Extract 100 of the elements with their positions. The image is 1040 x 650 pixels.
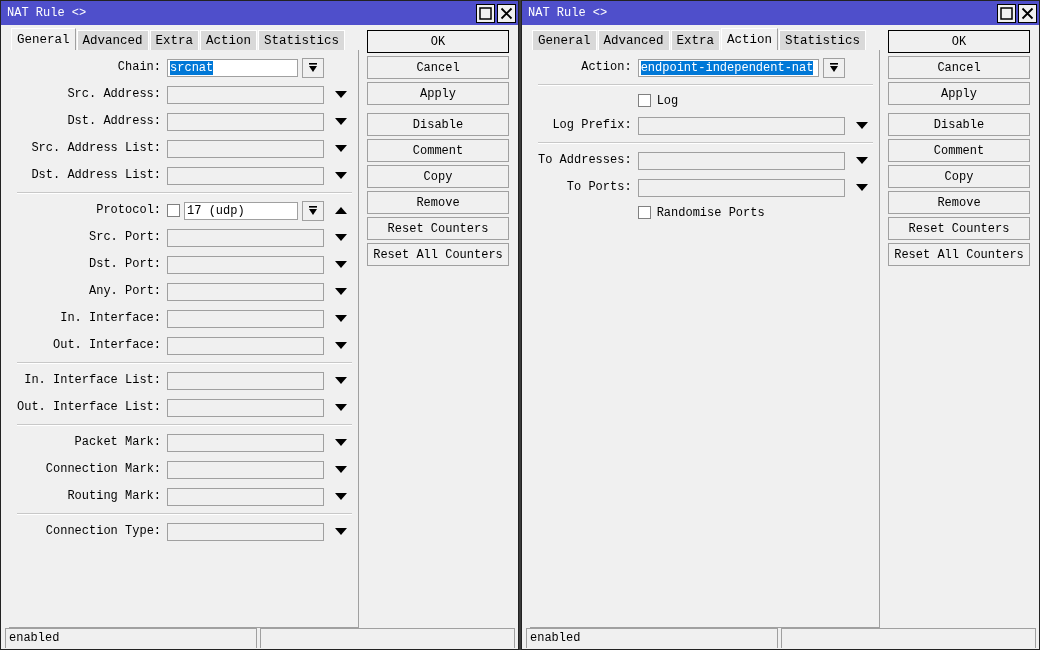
expand-triangle-icon[interactable] [335, 117, 347, 126]
action-button[interactable]: Reset Counters [367, 217, 509, 240]
expand-triangle-icon[interactable] [335, 403, 347, 412]
field-label: Dst. Address: [66, 113, 162, 130]
window-title: NAT Rule <> [528, 6, 609, 20]
field-label: Dst. Port: [88, 256, 162, 273]
action-button[interactable]: OK [888, 30, 1030, 53]
checkbox[interactable] [637, 94, 651, 107]
input-field[interactable] [167, 522, 324, 541]
input-field[interactable] [167, 255, 324, 274]
maximize-button[interactable] [476, 3, 495, 23]
input-field[interactable] [167, 460, 324, 479]
dropdown-arrow-icon [308, 205, 318, 216]
tab[interactable]: Extra [670, 30, 721, 50]
expand-triangle-icon[interactable] [335, 527, 347, 536]
action-button[interactable]: OK [367, 30, 509, 53]
input-field[interactable]: 17 (udp) [184, 201, 298, 220]
expand-triangle-icon[interactable] [335, 144, 347, 153]
dropdown-button[interactable] [302, 57, 324, 78]
input-field[interactable] [637, 151, 845, 170]
input-field[interactable] [167, 228, 324, 247]
expand-triangle-icon[interactable] [335, 465, 347, 474]
action-button[interactable]: Reset All Counters [367, 243, 509, 266]
action-button[interactable]: Cancel [367, 56, 509, 79]
close-button[interactable] [1018, 3, 1037, 23]
dropdown-arrow-icon [308, 62, 318, 73]
expand-triangle-icon[interactable] [335, 287, 347, 296]
input-field[interactable] [167, 487, 324, 506]
tab[interactable]: Statistics [258, 30, 346, 50]
collapse-triangle-icon[interactable] [335, 206, 347, 215]
input-field[interactable]: endpoint-independent-nat [637, 58, 819, 77]
field-label: Connection Mark: [44, 461, 162, 478]
status-text: enabled [526, 628, 778, 648]
input-field[interactable] [167, 139, 324, 158]
checkbox[interactable] [167, 204, 181, 217]
dropdown-arrow-icon [829, 62, 839, 73]
action-button[interactable]: Disable [367, 113, 509, 136]
field-label: Routing Mark: [66, 488, 162, 505]
maximize-button[interactable] [997, 3, 1016, 23]
status-text: enabled [5, 628, 257, 648]
expand-triangle-icon[interactable] [335, 492, 347, 501]
input-field[interactable] [167, 85, 324, 104]
tab[interactable]: Action [721, 28, 779, 50]
window-title: NAT Rule <> [7, 6, 88, 20]
field-label: Action: [580, 59, 632, 76]
tab[interactable]: Extra [149, 30, 200, 50]
tab[interactable]: General [11, 28, 76, 50]
field-label: Out. Interface List: [17, 399, 162, 416]
action-button[interactable]: Remove [367, 191, 509, 214]
input-field[interactable] [637, 178, 845, 197]
field-label: Protocol: [95, 202, 162, 219]
expand-triangle-icon[interactable] [335, 90, 347, 99]
action-button[interactable]: Remove [888, 191, 1030, 214]
tab[interactable]: General [532, 30, 597, 50]
action-button[interactable]: Comment [367, 139, 509, 162]
input-field[interactable] [167, 282, 324, 301]
expand-triangle-icon[interactable] [335, 314, 347, 323]
input-field[interactable] [167, 166, 324, 185]
action-button[interactable]: Apply [367, 82, 509, 105]
field-label: Any. Port: [88, 283, 162, 300]
checkbox-label: Randomise Ports [656, 205, 765, 220]
action-button[interactable]: Copy [888, 165, 1030, 188]
input-field[interactable] [167, 398, 324, 417]
field-label: To Addresses: [538, 152, 632, 169]
expand-triangle-icon[interactable] [335, 438, 347, 447]
field-label: Packet Mark: [73, 434, 162, 451]
field-label: Chain: [116, 59, 162, 76]
tab[interactable]: Action [200, 30, 258, 50]
input-field[interactable] [167, 112, 324, 131]
expand-triangle-icon[interactable] [856, 121, 868, 130]
expand-triangle-icon[interactable] [856, 156, 868, 165]
field-label: To Ports: [565, 179, 632, 196]
expand-triangle-icon[interactable] [335, 233, 347, 242]
input-field[interactable] [167, 433, 324, 452]
action-button[interactable]: Reset Counters [888, 217, 1030, 240]
action-button[interactable]: Disable [888, 113, 1030, 136]
input-field[interactable] [637, 116, 845, 135]
action-button[interactable]: Apply [888, 82, 1030, 105]
action-button[interactable]: Cancel [888, 56, 1030, 79]
tab[interactable]: Advanced [76, 30, 149, 50]
dropdown-button[interactable] [302, 200, 324, 221]
expand-triangle-icon[interactable] [335, 376, 347, 385]
input-field[interactable] [167, 309, 324, 328]
action-button[interactable]: Copy [367, 165, 509, 188]
field-label: In. Interface List: [23, 372, 162, 389]
dropdown-button[interactable] [823, 57, 845, 78]
tab[interactable]: Advanced [597, 30, 670, 50]
expand-triangle-icon[interactable] [335, 260, 347, 269]
input-field[interactable]: srcnat [167, 58, 298, 77]
field-label: In. Interface: [59, 310, 162, 327]
input-field[interactable] [167, 336, 324, 355]
expand-triangle-icon[interactable] [856, 183, 868, 192]
close-button[interactable] [497, 3, 516, 23]
action-button[interactable]: Reset All Counters [888, 243, 1030, 266]
tab[interactable]: Statistics [779, 30, 867, 50]
input-field[interactable] [167, 371, 324, 390]
expand-triangle-icon[interactable] [335, 341, 347, 350]
checkbox[interactable] [637, 206, 651, 219]
action-button[interactable]: Comment [888, 139, 1030, 162]
expand-triangle-icon[interactable] [335, 171, 347, 180]
